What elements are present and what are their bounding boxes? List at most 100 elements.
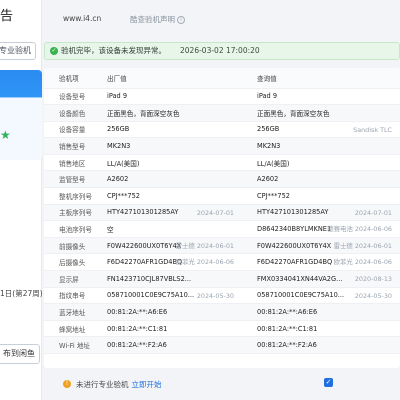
cell-factory: 058710001C0E9C75A10... 2024-05-30 xyxy=(92,287,242,305)
site-link[interactable]: www.i4.cn xyxy=(63,14,101,23)
cell-item-value: 设备容量 xyxy=(59,126,86,135)
cell-query-value: CPJ***752 xyxy=(257,191,291,200)
cell-query: FMX0334041XN44VA2G... 2020-08-13 xyxy=(242,270,400,288)
result-banner: ✓ 验机完毕，该设备未发现异常。 2026-03-02 17:00:20 xyxy=(44,42,400,60)
cell-factory-value: LL/A(美国) xyxy=(107,159,140,168)
cell-factory: A2602 xyxy=(92,170,242,189)
cell-item-value: 销售地区 xyxy=(59,159,86,168)
cell-query: LL/A(美国) xyxy=(242,154,400,172)
cell-query-value: F0W422600UX0T6Y4X xyxy=(257,241,332,250)
cell-factory: LL/A(美国) xyxy=(92,154,242,172)
check-circle-icon: ✓ xyxy=(50,47,58,55)
cell-query-value: D8642340B8YLMKNE1 xyxy=(257,225,332,234)
table-row: 后摄像头 F6D42270AFR1GD4BQ 欧菲光 2024-06-06 F6D42… xyxy=(44,253,400,272)
cell-query-value: 00:81:2A:**:A6:E6 xyxy=(257,308,318,317)
cell-factory: CPJ***752 xyxy=(92,187,242,205)
start-pro-link[interactable]: 立即开始 xyxy=(132,380,162,389)
cell-query-value: F6D42270AFR1GD4BQ xyxy=(257,258,333,267)
cell-query-value: FMX0334041XN44VA2G... xyxy=(257,274,343,283)
table-row: 前摄像头 F0W422600UX0T6Y4X 雷士德 2024-06-01 F0W42… xyxy=(44,237,400,255)
cell-query-date: 德赛电池 2024-06-06 xyxy=(327,225,392,234)
cell-item-value: 监管型号 xyxy=(59,176,86,185)
cell-factory-value: 256GB xyxy=(107,125,130,134)
cell-item-value: 主板序列号 xyxy=(59,209,92,218)
cell-query-value: A2602 xyxy=(257,175,279,184)
publish-button[interactable]: 布到闲鱼 xyxy=(0,344,40,364)
cell-factory: HTY427101301285AY 2024-07-01 xyxy=(92,204,242,222)
cell-query: MK2N3 xyxy=(242,137,400,155)
cell-query-date: 2020-08-13 xyxy=(354,275,392,284)
table-row: 整机序列号 CPJ***752 CPJ***752 xyxy=(44,187,400,205)
cell-query-value: LL/A(美国) xyxy=(257,159,290,168)
info-icon: i xyxy=(177,16,185,24)
cell-item-value: 蜂窝地址 xyxy=(59,325,86,334)
cell-item-value: 设备型号 xyxy=(59,93,86,102)
cell-query-value: iPad 9 xyxy=(257,92,278,101)
cell-factory-value: HTY427101301285AY xyxy=(107,208,179,217)
disclaimer-link[interactable]: 酷查验机声明 i xyxy=(130,14,185,25)
cell-factory-date: 2024-05-30 xyxy=(196,291,234,300)
pro-inspection-button[interactable]: 专业验机 xyxy=(0,42,36,60)
warning-icon: ! xyxy=(63,380,71,388)
table-row: 设备颜色 正面黑色，背面深空灰色 正面黑色，背面深空灰色 xyxy=(44,104,400,122)
table-row: 设备型号 iPad 9 iPad 9 xyxy=(44,88,400,106)
cell-item: 设备容量 xyxy=(44,121,92,139)
banner-message: 验机完毕，该设备未发现异常。 xyxy=(61,46,166,55)
table-row: 指纹串号 058710001C0E9C75A10... 2024-05-30 0587… xyxy=(44,287,400,305)
cell-factory: 00:81:2A:**:A6:E6 xyxy=(92,303,242,321)
sidebar-title: 告 xyxy=(0,9,14,24)
cell-factory-value: F0W422600UX0T6Y4X xyxy=(107,241,182,250)
cell-item: 前摄像头 xyxy=(44,237,92,255)
cell-factory-date: 雷士德 2024-06-01 xyxy=(175,241,234,250)
cell-factory-date: 2024-07-01 xyxy=(196,208,234,217)
cell-query-date: 2024-07-01 xyxy=(354,208,392,217)
inspection-table: 验机项 出厂值 查询值 设备型号 iPad 9 iPad 9 设备颜色 正面黑色，背面深… xyxy=(44,68,400,368)
cell-item: 蜂窝地址 xyxy=(44,320,92,338)
checkbox-icon[interactable]: ✓ xyxy=(324,378,333,387)
cell-query: F0W422600UX0T6Y4X 雷士德 2024-06-01 xyxy=(242,237,400,255)
table-row: 销售型号 MK2N3 MK2N3 xyxy=(44,137,400,155)
cell-factory: iPad 9 xyxy=(92,88,242,106)
cell-item: Wi-Fi 地址 xyxy=(44,336,92,354)
cell-factory-value: iPad 9 xyxy=(107,92,128,101)
cell-query-value: 正面黑色，背面深空灰色 xyxy=(257,109,330,118)
table-row: 蜂窝地址 00:81:2A:**:C1:81 00:81:2A:**:C1:81 xyxy=(44,320,400,338)
cell-item-value: 电池序列号 xyxy=(59,226,92,235)
star-icon: ★ xyxy=(0,128,11,142)
cell-item: 电池序列号 xyxy=(44,220,92,238)
cell-query: 00:81:2A:**:A6:E6 xyxy=(242,303,400,321)
pro-status-text: 未进行专业验机 立即开始 xyxy=(76,379,162,390)
device-card[interactable] xyxy=(0,70,42,160)
cell-item: 主板序列号 xyxy=(44,204,92,222)
cell-query: iPad 9 xyxy=(242,88,400,106)
cell-factory-value: CPJ***752 xyxy=(107,191,141,200)
cell-factory-value: 00:81:2A:**:A6:E6 xyxy=(107,308,168,317)
cell-factory-date: 欧菲光 2024-06-06 xyxy=(175,258,234,267)
cell-item-value: 后摄像头 xyxy=(59,259,86,268)
cell-query-date: Sandisk TLC xyxy=(353,125,392,134)
cell-factory: 00:81:2A:**:F2:A6 xyxy=(92,336,242,354)
header-query: 查询值 xyxy=(242,68,400,89)
cell-item-value: 蓝牙地址 xyxy=(59,309,86,318)
cell-factory-value: A2602 xyxy=(107,175,129,184)
cell-factory: MK2N3 xyxy=(92,137,242,155)
cell-factory: 空 xyxy=(92,220,242,238)
sidebar-date: 1日(第27周) xyxy=(0,289,43,298)
cell-factory-value: 058710001C0E9C75A10... xyxy=(107,291,195,300)
cell-query-value: 00:81:2A:**:C1:81 xyxy=(257,324,318,333)
cell-query-value: 058710001C0E9C75A10... xyxy=(257,291,345,300)
cell-factory-value: 正面黑色，背面深空灰色 xyxy=(107,109,180,118)
cell-item: 显示屏 xyxy=(44,270,92,288)
cell-query-value: 256GB xyxy=(257,125,280,134)
table-header-row: 验机项 出厂值 查询值 xyxy=(44,68,400,89)
cell-query: D8642340B8YLMKNE1 德赛电池 2024-06-06 xyxy=(242,220,400,238)
cell-item: 后摄像头 xyxy=(44,253,92,272)
cell-item-value: 指纹串号 xyxy=(59,292,86,301)
cell-query-date: 2024-05-30 xyxy=(354,291,392,300)
cell-item-value: 整机序列号 xyxy=(59,192,92,201)
cell-query: F6D42270AFR1GD4BQ 欧菲光 2024-06-06 xyxy=(242,253,400,272)
cell-item: 监管型号 xyxy=(44,170,92,189)
cell-factory: 正面黑色，背面深空灰色 xyxy=(92,104,242,122)
cell-item-value: 显示屏 xyxy=(59,275,79,284)
cell-factory: 256GB xyxy=(92,121,242,139)
